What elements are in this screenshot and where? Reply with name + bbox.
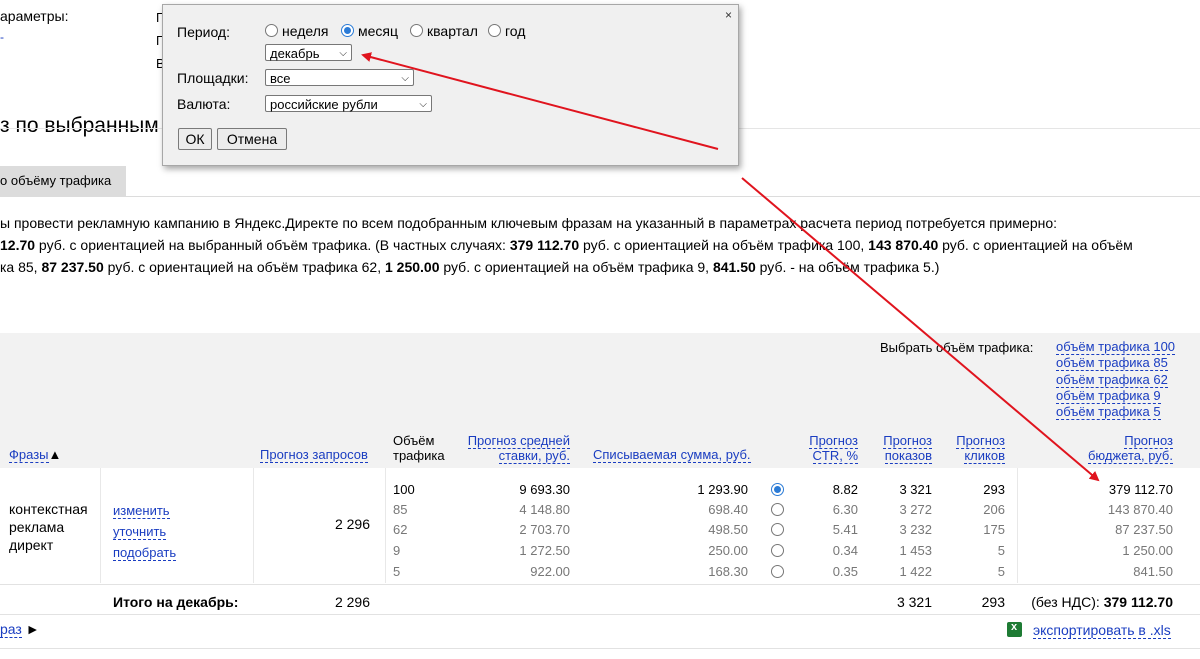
- arrow-to-budget: [741, 177, 1100, 482]
- annotation-arrows: [361, 52, 1100, 482]
- arrow-to-month: [361, 52, 719, 150]
